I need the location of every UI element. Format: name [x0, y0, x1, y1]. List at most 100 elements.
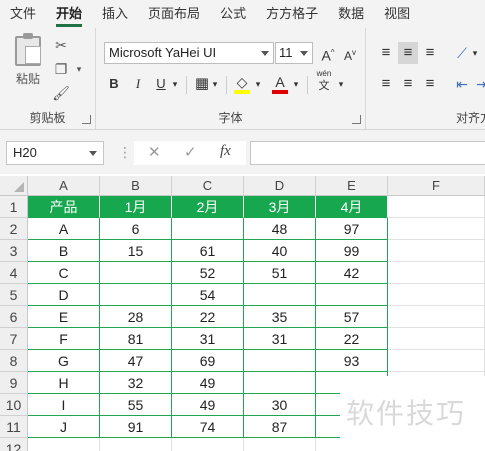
cell-f7[interactable] — [388, 328, 485, 350]
cell-e3[interactable]: 99 — [316, 240, 388, 262]
column-header-d[interactable]: D — [244, 176, 316, 196]
cell-a10[interactable]: I — [28, 394, 100, 416]
cell-e4[interactable]: 42 — [316, 262, 388, 284]
column-header-e[interactable]: E — [316, 176, 388, 196]
cell-a1[interactable]: 产品 — [28, 196, 100, 218]
cell-a5[interactable]: D — [28, 284, 100, 306]
cell-f5[interactable] — [388, 284, 485, 306]
cell-f3[interactable] — [388, 240, 485, 262]
tab-insert[interactable]: 插入 — [92, 0, 138, 28]
cell-c6[interactable]: 22 — [172, 306, 244, 328]
cell-f1[interactable] — [388, 196, 485, 218]
cell-d11[interactable]: 87 — [244, 416, 316, 438]
tab-view[interactable]: 视图 — [374, 0, 420, 28]
cell-b2[interactable]: 6 — [100, 218, 172, 240]
fill-color-icon[interactable]: ◇ — [232, 71, 252, 94]
orientation-dropdown-icon[interactable]: ▾ — [470, 42, 480, 64]
cell-e1[interactable]: 4月 — [316, 196, 388, 218]
row-header-12[interactable]: 12 — [0, 438, 28, 451]
underline-button[interactable]: U — [152, 73, 170, 95]
cell-c12[interactable] — [172, 438, 244, 451]
phonetic-dropdown-icon[interactable]: ▾ — [336, 73, 346, 95]
cell-b12[interactable] — [100, 438, 172, 451]
cell-a9[interactable]: H — [28, 372, 100, 394]
cell-d5[interactable] — [244, 284, 316, 306]
clipboard-launcher-icon[interactable] — [82, 115, 91, 124]
cell-a7[interactable]: F — [28, 328, 100, 350]
row-header-4[interactable]: 4 — [0, 262, 28, 284]
cell-c8[interactable]: 69 — [172, 350, 244, 372]
borders-icon[interactable]: ▦ — [193, 73, 211, 95]
shrink-font-button[interactable]: Av — [341, 42, 359, 64]
italic-button[interactable]: I — [128, 73, 148, 95]
cell-b11[interactable]: 91 — [100, 416, 172, 438]
cell-e6[interactable]: 57 — [316, 306, 388, 328]
align-middle-icon[interactable]: ≡ — [398, 42, 418, 64]
row-header-7[interactable]: 7 — [0, 328, 28, 350]
cell-c1[interactable]: 2月 — [172, 196, 244, 218]
cell-e8[interactable]: 93 — [316, 350, 388, 372]
copy-dropdown-icon[interactable]: ▾ — [70, 60, 88, 78]
tab-formulas[interactable]: 公式 — [210, 0, 256, 28]
font-size-dropdown[interactable]: 11 — [275, 42, 313, 64]
bold-button[interactable]: B — [104, 73, 124, 95]
decrease-indent-icon[interactable]: ⇤ — [452, 73, 472, 95]
cell-b6[interactable]: 28 — [100, 306, 172, 328]
grow-font-button[interactable]: A^ — [319, 42, 337, 64]
cell-c10[interactable]: 49 — [172, 394, 244, 416]
increase-indent-icon[interactable]: ⇥ — [472, 73, 485, 95]
cell-c9[interactable]: 49 — [172, 372, 244, 394]
cell-c3[interactable]: 61 — [172, 240, 244, 262]
cell-f8[interactable] — [388, 350, 485, 372]
cell-a6[interactable]: E — [28, 306, 100, 328]
cell-f6[interactable] — [388, 306, 485, 328]
align-bottom-icon[interactable]: ≡ — [420, 42, 440, 64]
cell-b4[interactable] — [100, 262, 172, 284]
align-center-icon[interactable]: ≡ — [398, 73, 418, 95]
column-header-f[interactable]: F — [388, 176, 485, 196]
tab-home[interactable]: 开始 — [46, 0, 92, 28]
cell-c2[interactable] — [172, 218, 244, 240]
cell-d2[interactable]: 48 — [244, 218, 316, 240]
insert-function-button[interactable]: fx — [220, 143, 231, 160]
cell-b9[interactable]: 32 — [100, 372, 172, 394]
font-name-dropdown[interactable]: Microsoft YaHei UI — [104, 42, 274, 64]
cell-d1[interactable]: 3月 — [244, 196, 316, 218]
font-launcher-icon[interactable] — [352, 115, 361, 124]
cell-c4[interactable]: 52 — [172, 262, 244, 284]
cell-a8[interactable]: G — [28, 350, 100, 372]
cell-e5[interactable] — [316, 284, 388, 306]
underline-dropdown-icon[interactable]: ▾ — [170, 73, 180, 95]
row-header-11[interactable]: 11 — [0, 416, 28, 438]
cell-c5[interactable]: 54 — [172, 284, 244, 306]
cell-b1[interactable]: 1月 — [100, 196, 172, 218]
tab-fangfang[interactable]: 方方格子 — [256, 0, 328, 28]
font-color-dropdown-icon[interactable]: ▾ — [291, 73, 301, 95]
row-header-5[interactable]: 5 — [0, 284, 28, 306]
tab-page-layout[interactable]: 页面布局 — [138, 0, 210, 28]
cell-e7[interactable]: 22 — [316, 328, 388, 350]
tab-file[interactable]: 文件 — [0, 0, 46, 28]
cancel-icon[interactable]: ✕ — [148, 143, 161, 161]
fill-color-dropdown-icon[interactable]: ▾ — [253, 73, 263, 95]
formula-input[interactable] — [250, 141, 485, 165]
align-right-icon[interactable]: ≡ — [420, 73, 440, 95]
cell-d12[interactable] — [244, 438, 316, 451]
cut-icon[interactable]: ✂ — [52, 36, 70, 54]
cell-b3[interactable]: 15 — [100, 240, 172, 262]
cell-a12[interactable] — [28, 438, 100, 451]
format-painter-icon[interactable]: 🖌 — [52, 84, 70, 102]
borders-dropdown-icon[interactable]: ▾ — [210, 73, 220, 95]
cell-f2[interactable] — [388, 218, 485, 240]
cell-b7[interactable]: 81 — [100, 328, 172, 350]
cell-d7[interactable]: 31 — [244, 328, 316, 350]
phonetic-guide-button[interactable]: wén 文 — [313, 69, 335, 92]
column-header-b[interactable]: B — [100, 176, 172, 196]
align-top-icon[interactable]: ≡ — [376, 42, 396, 64]
align-left-icon[interactable]: ≡ — [376, 73, 396, 95]
row-header-8[interactable]: 8 — [0, 350, 28, 372]
cell-a11[interactable]: J — [28, 416, 100, 438]
row-header-2[interactable]: 2 — [0, 218, 28, 240]
row-header-6[interactable]: 6 — [0, 306, 28, 328]
row-header-1[interactable]: 1 — [0, 196, 28, 218]
